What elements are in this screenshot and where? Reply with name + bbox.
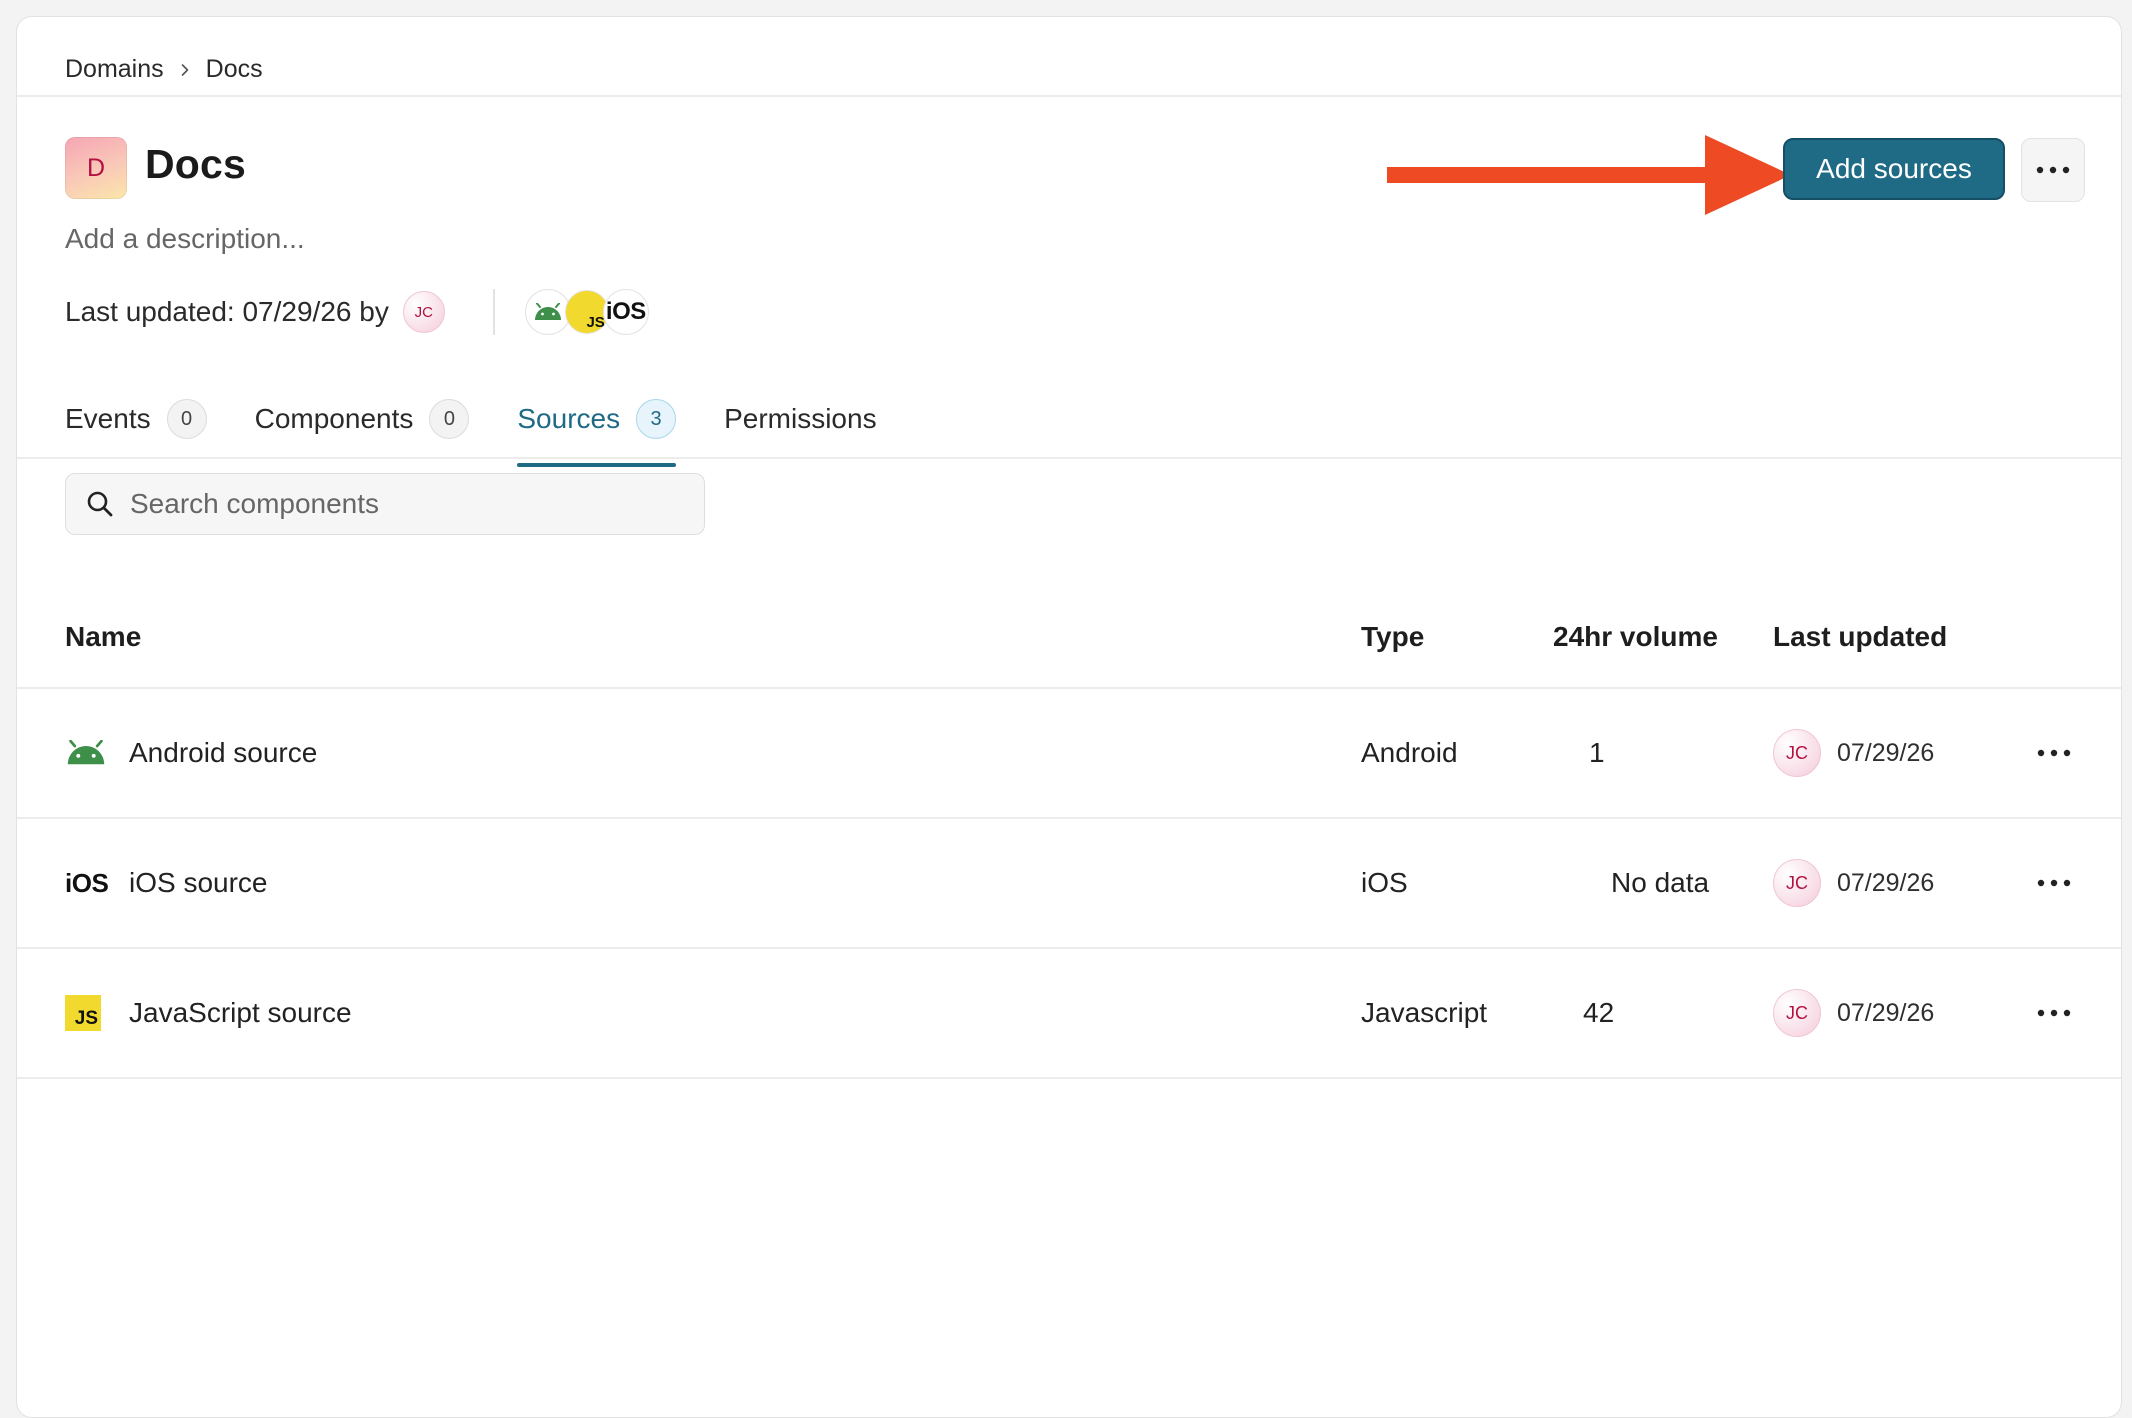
domain-avatar: D	[65, 137, 127, 199]
last-updated-date: 07/29/26	[1837, 738, 1935, 767]
avatar[interactable]: JC	[402, 291, 445, 333]
row-more-button[interactable]	[2029, 949, 2079, 1077]
ellipsis-icon	[2037, 749, 2071, 757]
breadcrumb-domains-link[interactable]: Domains	[65, 55, 164, 84]
last-updated-cell: JC 07/29/26	[1773, 689, 1934, 817]
tab-count-badge: 0	[429, 399, 470, 439]
source-name[interactable]: Android source	[129, 689, 317, 817]
last-updated-cell: JC 07/29/26	[1773, 819, 1934, 947]
tab-label: Components	[254, 403, 414, 434]
javascript-icon: JS	[65, 949, 101, 1077]
table-row[interactable]: JS JavaScript source Javascript 42 JC 07…	[17, 949, 2121, 1077]
source-name[interactable]: JavaScript source	[129, 949, 352, 1077]
platform-icons: JS iOS	[524, 289, 649, 335]
last-updated-date: 07/29/26	[1837, 868, 1935, 897]
avatar[interactable]: JC	[1773, 859, 1821, 907]
row-more-button[interactable]	[2029, 819, 2079, 947]
tab-label: Sources	[517, 403, 621, 434]
search-input[interactable]	[128, 487, 672, 521]
annotation-arrow-icon	[1387, 135, 1791, 215]
description-field[interactable]: Add a description...	[65, 223, 305, 255]
ios-icon: iOS	[65, 867, 109, 898]
avatar[interactable]: JC	[1773, 989, 1821, 1037]
source-volume: 42	[1583, 997, 1615, 1028]
last-updated-text: Last updated: 07/29/26 by	[65, 296, 389, 327]
row-more-button[interactable]	[2029, 689, 2079, 817]
ellipsis-icon	[2037, 1009, 2071, 1017]
source-volume: No data	[1611, 867, 1710, 898]
domain-page-card: Domains Docs D Docs Add a description...…	[16, 16, 2122, 1418]
last-updated-cell: JC 07/29/26	[1773, 949, 1934, 1077]
tab-bar: Events 0 Components 0 Sources 3 Permissi…	[65, 383, 925, 467]
tab-permissions[interactable]: Permissions	[724, 383, 876, 455]
column-header-volume[interactable]: 24hr volume	[1553, 621, 1718, 653]
search-box[interactable]	[65, 473, 705, 535]
ellipsis-icon	[2037, 879, 2071, 887]
avatar[interactable]: JC	[1773, 729, 1821, 777]
tab-count-badge: 3	[636, 399, 677, 439]
chevron-right-icon	[178, 63, 192, 77]
more-options-button[interactable]	[2021, 138, 2085, 202]
column-header-name[interactable]: Name	[65, 621, 141, 653]
row-divider	[17, 1077, 2121, 1079]
android-icon	[65, 689, 107, 817]
source-type: Javascript	[1361, 997, 1488, 1028]
source-type: Android	[1361, 737, 1458, 768]
last-updated-date: 07/29/26	[1837, 998, 1935, 1027]
android-icon	[524, 289, 571, 335]
vertical-divider	[492, 289, 495, 335]
source-type: iOS	[1361, 867, 1408, 898]
header-divider	[17, 95, 2121, 97]
source-name[interactable]: iOS source	[129, 819, 268, 947]
tab-count-badge: 0	[166, 399, 207, 439]
tab-sources[interactable]: Sources 3	[517, 383, 677, 467]
table-row[interactable]: Android source Android 1 JC 07/29/26	[17, 689, 2121, 817]
add-sources-button[interactable]: Add sources	[1783, 138, 2005, 200]
search-icon	[87, 491, 113, 517]
tab-label: Permissions	[724, 403, 877, 434]
last-updated-row: Last updated: 07/29/26 by JC JS iOS	[65, 289, 649, 335]
table-row[interactable]: iOS iOS source iOS No data JC 07/29/26	[17, 819, 2121, 947]
source-volume: 1	[1589, 737, 1605, 768]
ios-icon: iOS	[602, 289, 649, 335]
page-title: Docs	[145, 141, 247, 187]
column-header-last-updated[interactable]: Last updated	[1773, 621, 1947, 653]
breadcrumb-current: Docs	[205, 55, 263, 83]
tab-components[interactable]: Components 0	[255, 383, 470, 455]
tab-events[interactable]: Events 0	[65, 383, 207, 455]
breadcrumb: Domains Docs	[65, 55, 263, 84]
tab-label: Events	[65, 403, 151, 434]
column-header-type[interactable]: Type	[1361, 621, 1424, 653]
tabs-divider	[17, 457, 2121, 459]
ellipsis-icon	[2036, 166, 2070, 174]
